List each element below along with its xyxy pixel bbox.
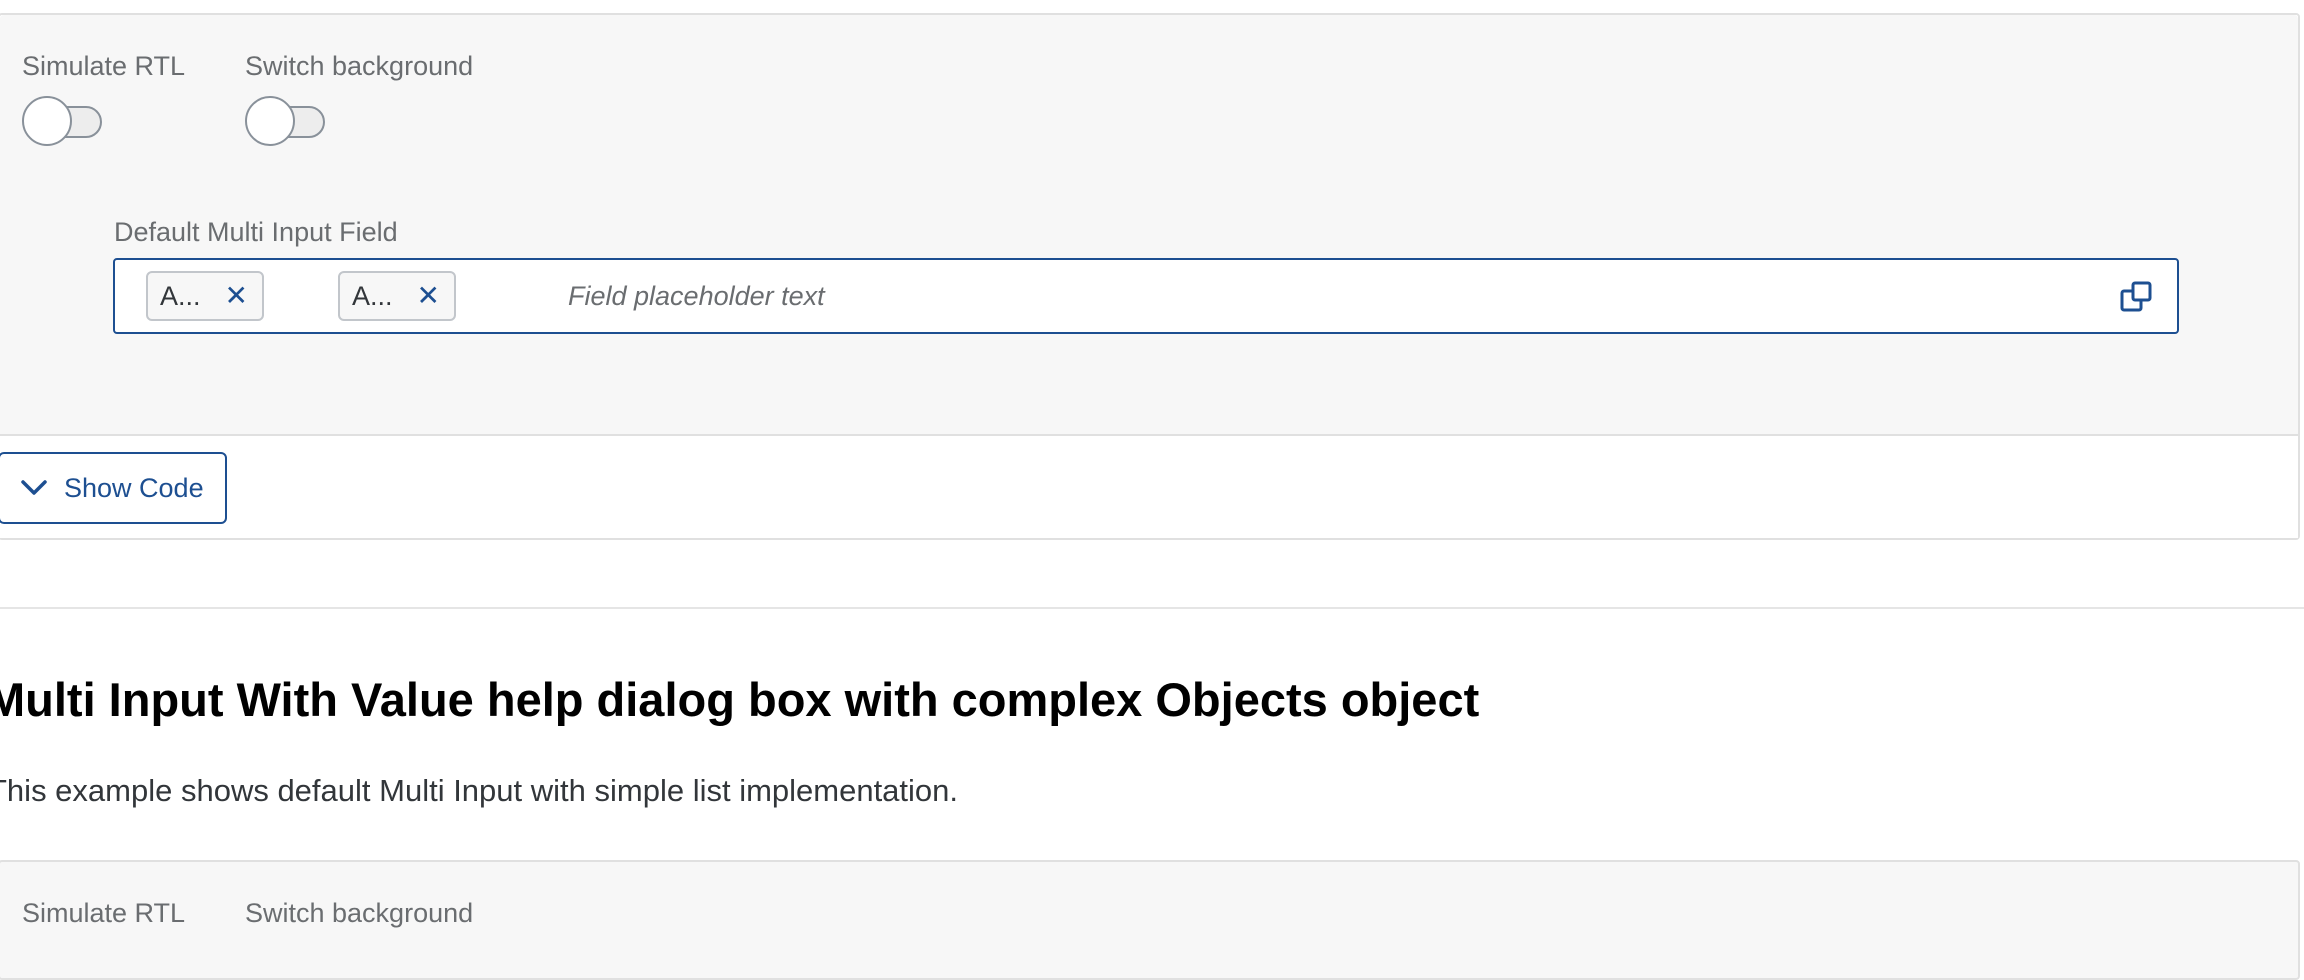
switch-background-label: Switch background bbox=[245, 898, 474, 928]
close-icon[interactable]: ✕ bbox=[417, 282, 440, 310]
example-card: Simulate RTL Switch background Default M… bbox=[0, 13, 2300, 540]
show-code-button[interactable]: Show Code bbox=[0, 452, 227, 524]
section-title: Multi Input With Value help dialog box w… bbox=[0, 673, 1480, 726]
chevron-down-icon bbox=[21, 480, 47, 495]
multi-input-label: Default Multi Input Field bbox=[114, 217, 398, 247]
token-text: A... bbox=[160, 280, 201, 311]
simulate-rtl-label: Simulate RTL bbox=[22, 51, 186, 81]
show-code-label: Show Code bbox=[64, 472, 204, 503]
example-preview: Simulate RTL Switch background Default M… bbox=[0, 15, 2298, 436]
section-description: This example shows default Multi Input w… bbox=[0, 773, 959, 808]
section-divider bbox=[0, 607, 2304, 609]
token-text: A... bbox=[352, 280, 393, 311]
value-help-icon[interactable] bbox=[2119, 280, 2153, 314]
token[interactable]: A... ✕ bbox=[146, 271, 264, 321]
switch-background-control: Switch background bbox=[245, 896, 473, 930]
simulate-rtl-control: Simulate RTL bbox=[22, 49, 185, 147]
simulate-rtl-switch[interactable] bbox=[22, 93, 106, 147]
multi-input-text-field[interactable] bbox=[568, 260, 1968, 332]
simulate-rtl-label: Simulate RTL bbox=[22, 898, 186, 928]
example-footer: Show Code bbox=[0, 436, 2298, 538]
switch-background-switch[interactable] bbox=[245, 93, 329, 147]
multi-input-field[interactable]: A... ✕ A... ✕ bbox=[113, 258, 2179, 334]
token[interactable]: A... ✕ bbox=[338, 271, 456, 321]
switch-background-control: Switch background bbox=[245, 49, 473, 147]
close-icon[interactable]: ✕ bbox=[225, 282, 248, 310]
switch-knob bbox=[22, 96, 72, 146]
simulate-rtl-control: Simulate RTL bbox=[22, 896, 185, 930]
switch-background-label: Switch background bbox=[245, 51, 474, 81]
switch-knob bbox=[245, 96, 295, 146]
example-card: Simulate RTL Switch background bbox=[0, 860, 2300, 980]
